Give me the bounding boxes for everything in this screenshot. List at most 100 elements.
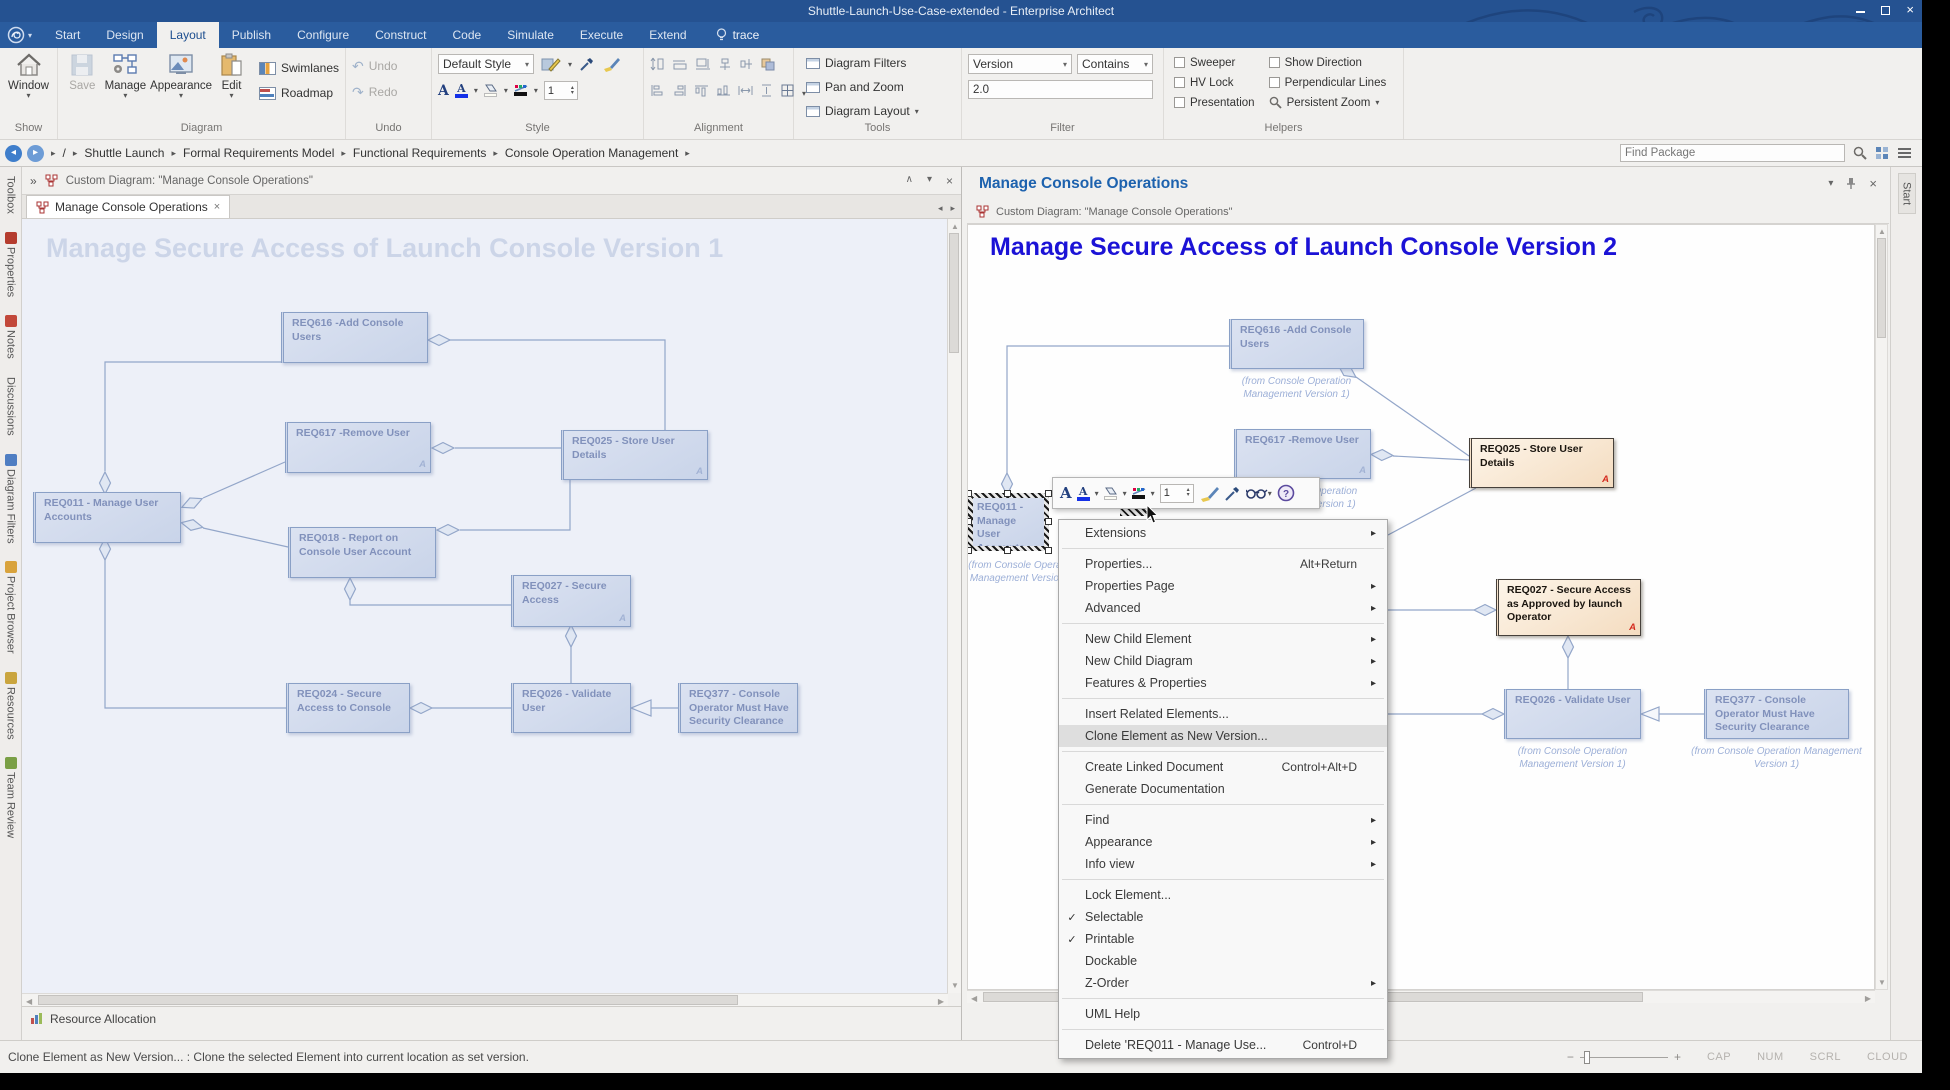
redo-button[interactable]: ↷ Redo — [352, 82, 425, 102]
requirement-element[interactable]: REQ616 -Add Console Users — [1229, 319, 1364, 369]
scroll-left-icon[interactable]: ◂ — [938, 203, 943, 214]
diagram-layout-button[interactable]: Diagram Layout ▾ — [806, 101, 955, 121]
sidebar-item-project-browser[interactable]: Project Browser — [5, 561, 17, 654]
font-color-button[interactable]: A — [455, 83, 468, 98]
minimize-icon[interactable] — [1856, 11, 1865, 13]
trace-search[interactable]: trace — [716, 28, 760, 43]
eyedropper-icon[interactable] — [1224, 485, 1241, 502]
tab-extend[interactable]: Extend — [636, 22, 699, 48]
tab-publish[interactable]: Publish — [219, 22, 284, 48]
back-button[interactable]: ◂ — [5, 145, 22, 162]
menu-item-extensions[interactable]: Extensions▸ — [1059, 522, 1387, 544]
filter-value-input[interactable] — [968, 80, 1153, 99]
breadcrumb-root[interactable]: / — [63, 146, 66, 160]
align-right-icon[interactable] — [672, 84, 687, 102]
menu-item-appearance[interactable]: Appearance▸ — [1059, 831, 1387, 853]
bring-forward-icon[interactable] — [760, 57, 777, 76]
diagram-filters-button[interactable]: Diagram Filters — [806, 53, 955, 73]
zoom-out-icon[interactable]: − — [1567, 1050, 1574, 1064]
start-dock-tab[interactable]: Start — [1898, 173, 1916, 214]
help-icon[interactable]: ? — [1277, 484, 1295, 502]
line-width-stepper[interactable]: 1 ▴▾ — [544, 81, 578, 100]
menu-item-new-child-diagram[interactable]: New Child Diagram▸ — [1059, 650, 1387, 672]
grid-icon[interactable] — [781, 84, 795, 102]
pen-save-icon[interactable] — [541, 56, 561, 72]
fill-color-button[interactable] — [484, 84, 498, 97]
fill-color-dropdown[interactable]: ▾ — [1123, 489, 1127, 498]
perpendicular-lines-checkbox[interactable]: Perpendicular Lines — [1269, 74, 1387, 91]
menu-item-delete-element[interactable]: Delete 'REQ011 - Manage Use...Control+D — [1059, 1034, 1387, 1056]
appearance-button[interactable]: Appearance ▾ — [150, 52, 212, 122]
caret-down-icon[interactable]: ▾ — [1828, 178, 1833, 189]
menu-item-features-properties[interactable]: Features & Properties▸ — [1059, 672, 1387, 694]
filter-operator-select[interactable]: Contains▾ — [1077, 54, 1153, 74]
tab-simulate[interactable]: Simulate — [494, 22, 567, 48]
requirement-element[interactable]: REQ617 -Remove UserA — [285, 422, 431, 473]
horizontal-scrollbar[interactable]: ◀ ▶ — [22, 993, 948, 1006]
grid-view-icon[interactable] — [1875, 146, 1889, 160]
requirement-element[interactable]: REQ377 - Console Operator Must Have Secu… — [1704, 689, 1849, 739]
menu-item-z-order[interactable]: Z-Order▸ — [1059, 972, 1387, 994]
align-top-icon[interactable] — [694, 84, 709, 102]
line-color-dropdown[interactable]: ▾ — [1151, 489, 1155, 498]
undo-button[interactable]: ↶ Undo — [352, 56, 425, 76]
menu-item-selectable[interactable]: ✓Selectable — [1059, 906, 1387, 928]
pin-icon[interactable] — [1846, 177, 1856, 190]
menu-item-dockable[interactable]: Dockable — [1059, 950, 1387, 972]
zoom-in-icon[interactable]: + — [1674, 1050, 1681, 1064]
presentation-checkbox[interactable]: Presentation — [1174, 94, 1255, 111]
persistent-zoom-button[interactable]: Persistent Zoom▾ — [1269, 94, 1387, 111]
edit-button[interactable]: Edit ▾ — [214, 52, 249, 122]
requirement-element[interactable]: REQ617 -Remove UserA — [1234, 429, 1371, 479]
selected-requirement-element[interactable]: REQ011 - Manage User Accounts — [968, 493, 1049, 551]
tab-layout[interactable]: Layout — [157, 22, 219, 48]
breadcrumb-item[interactable]: Formal Requirements Model — [183, 146, 334, 160]
align-middle-icon[interactable] — [739, 57, 753, 76]
selection-handle[interactable] — [1004, 547, 1011, 554]
format-brush-icon[interactable] — [1199, 484, 1219, 502]
space-vertical-icon[interactable] — [760, 84, 774, 102]
menu-item-new-child-element[interactable]: New Child Element▸ — [1059, 628, 1387, 650]
breadcrumb-item[interactable]: Console Operation Management — [505, 146, 678, 160]
scroll-right-icon[interactable]: ▸ — [950, 203, 955, 214]
requirement-element[interactable]: REQ025 - Store User DetailsA — [561, 430, 708, 480]
app-logo[interactable]: ▾ — [7, 26, 32, 44]
zoom-slider[interactable]: − + — [1567, 1050, 1681, 1064]
reading-glasses-button[interactable]: ▾ — [1246, 487, 1272, 499]
line-color-button[interactable] — [1132, 488, 1146, 499]
style-combo[interactable]: Default Style▾ — [438, 54, 534, 74]
manage-button[interactable]: Manage ▾ — [103, 52, 148, 122]
menu-item-uml-help[interactable]: UML Help — [1059, 1003, 1387, 1025]
forward-button[interactable]: ▸ — [27, 145, 44, 162]
align-bottom-icon[interactable] — [716, 84, 731, 102]
requirement-element-cloned[interactable]: REQ027 - Secure Access as Approved by la… — [1496, 579, 1641, 636]
align-left-icon[interactable] — [650, 84, 665, 102]
hv-lock-checkbox[interactable]: HV Lock — [1174, 74, 1255, 91]
selection-handle[interactable] — [967, 547, 972, 554]
selection-handle[interactable] — [1045, 518, 1052, 525]
sidebar-item-team-review[interactable]: Team Review — [5, 757, 17, 838]
chevron-up-icon[interactable]: ∧ — [906, 174, 913, 188]
caret-down-icon[interactable]: ▾ — [927, 174, 932, 188]
left-diagram-canvas[interactable]: Manage Secure Access of Launch Console V… — [22, 219, 948, 993]
sweeper-checkbox[interactable]: Sweeper — [1174, 54, 1255, 71]
requirement-element[interactable]: REQ026 - Validate User — [1504, 689, 1641, 739]
close-icon[interactable]: × — [946, 174, 953, 188]
sidebar-item-resources[interactable]: Resources — [5, 672, 17, 740]
search-icon[interactable] — [1853, 146, 1867, 160]
tab-code[interactable]: Code — [440, 22, 495, 48]
roadmap-button[interactable]: Roadmap — [259, 83, 339, 103]
sidebar-item-toolbox[interactable]: Toolbox — [5, 176, 17, 214]
menu-item-lock-element[interactable]: Lock Element... — [1059, 884, 1387, 906]
show-direction-checkbox[interactable]: Show Direction — [1269, 54, 1387, 71]
menu-item-clone-element-as-new-version[interactable]: Clone Element as New Version... — [1059, 725, 1387, 747]
menu-item-printable[interactable]: ✓Printable — [1059, 928, 1387, 950]
font-color-dropdown[interactable]: ▾ — [1095, 489, 1099, 498]
font-button[interactable]: A — [438, 83, 449, 99]
requirement-element[interactable]: REQ026 - Validate User — [511, 683, 631, 733]
hamburger-menu-icon[interactable] — [1897, 147, 1912, 159]
font-color-button[interactable]: A — [1077, 486, 1090, 501]
resource-allocation-bar[interactable]: Resource Allocation — [22, 1006, 961, 1030]
format-brush-icon[interactable] — [602, 56, 620, 72]
sidebar-item-diagram-filters[interactable]: Diagram Filters — [5, 454, 17, 544]
